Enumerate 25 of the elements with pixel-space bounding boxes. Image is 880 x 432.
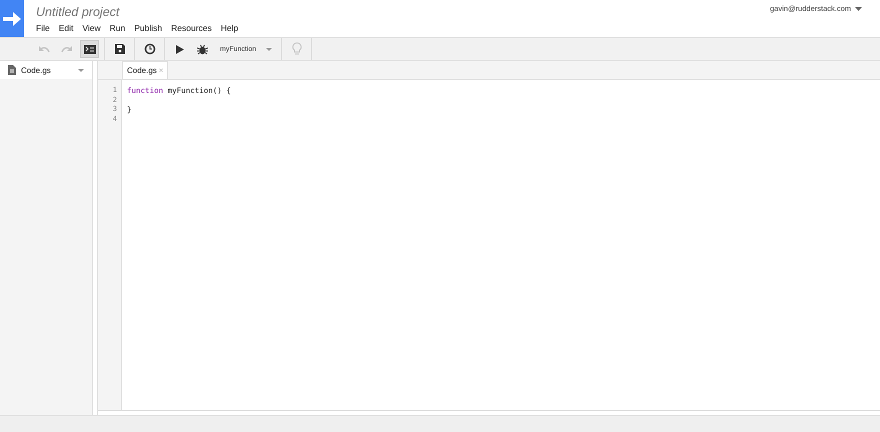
log-button[interactable] — [80, 40, 99, 58]
bug-icon — [197, 44, 208, 54]
menu-item[interactable]: Publish — [134, 23, 162, 33]
lightbulb-icon — [292, 42, 302, 56]
caret-icon — [855, 7, 862, 11]
caret-icon[interactable] — [78, 68, 84, 72]
console-icon — [84, 44, 96, 54]
save-icon — [114, 44, 124, 54]
script-file-row[interactable]: Code.gs — [0, 61, 92, 79]
menu-item[interactable]: Run — [110, 23, 126, 33]
caret-icon — [266, 48, 272, 50]
menu-item[interactable]: Help — [220, 23, 238, 33]
file-name: Code.gs — [21, 66, 51, 74]
menu-item[interactable]: Resources — [171, 23, 212, 33]
clock-icon — [144, 43, 156, 55]
menu-item[interactable]: File — [36, 23, 50, 33]
project-title[interactable]: Untitled project — [36, 4, 238, 20]
logo-icon[interactable] — [0, 0, 24, 37]
menu-item[interactable]: Edit — [58, 23, 74, 33]
play-icon — [176, 44, 184, 54]
editor-tab[interactable]: Code.gs × — [122, 61, 168, 79]
menu-item[interactable]: View — [82, 23, 101, 33]
undo-icon — [38, 45, 50, 53]
document-icon — [8, 65, 16, 75]
redo-icon — [60, 45, 72, 53]
